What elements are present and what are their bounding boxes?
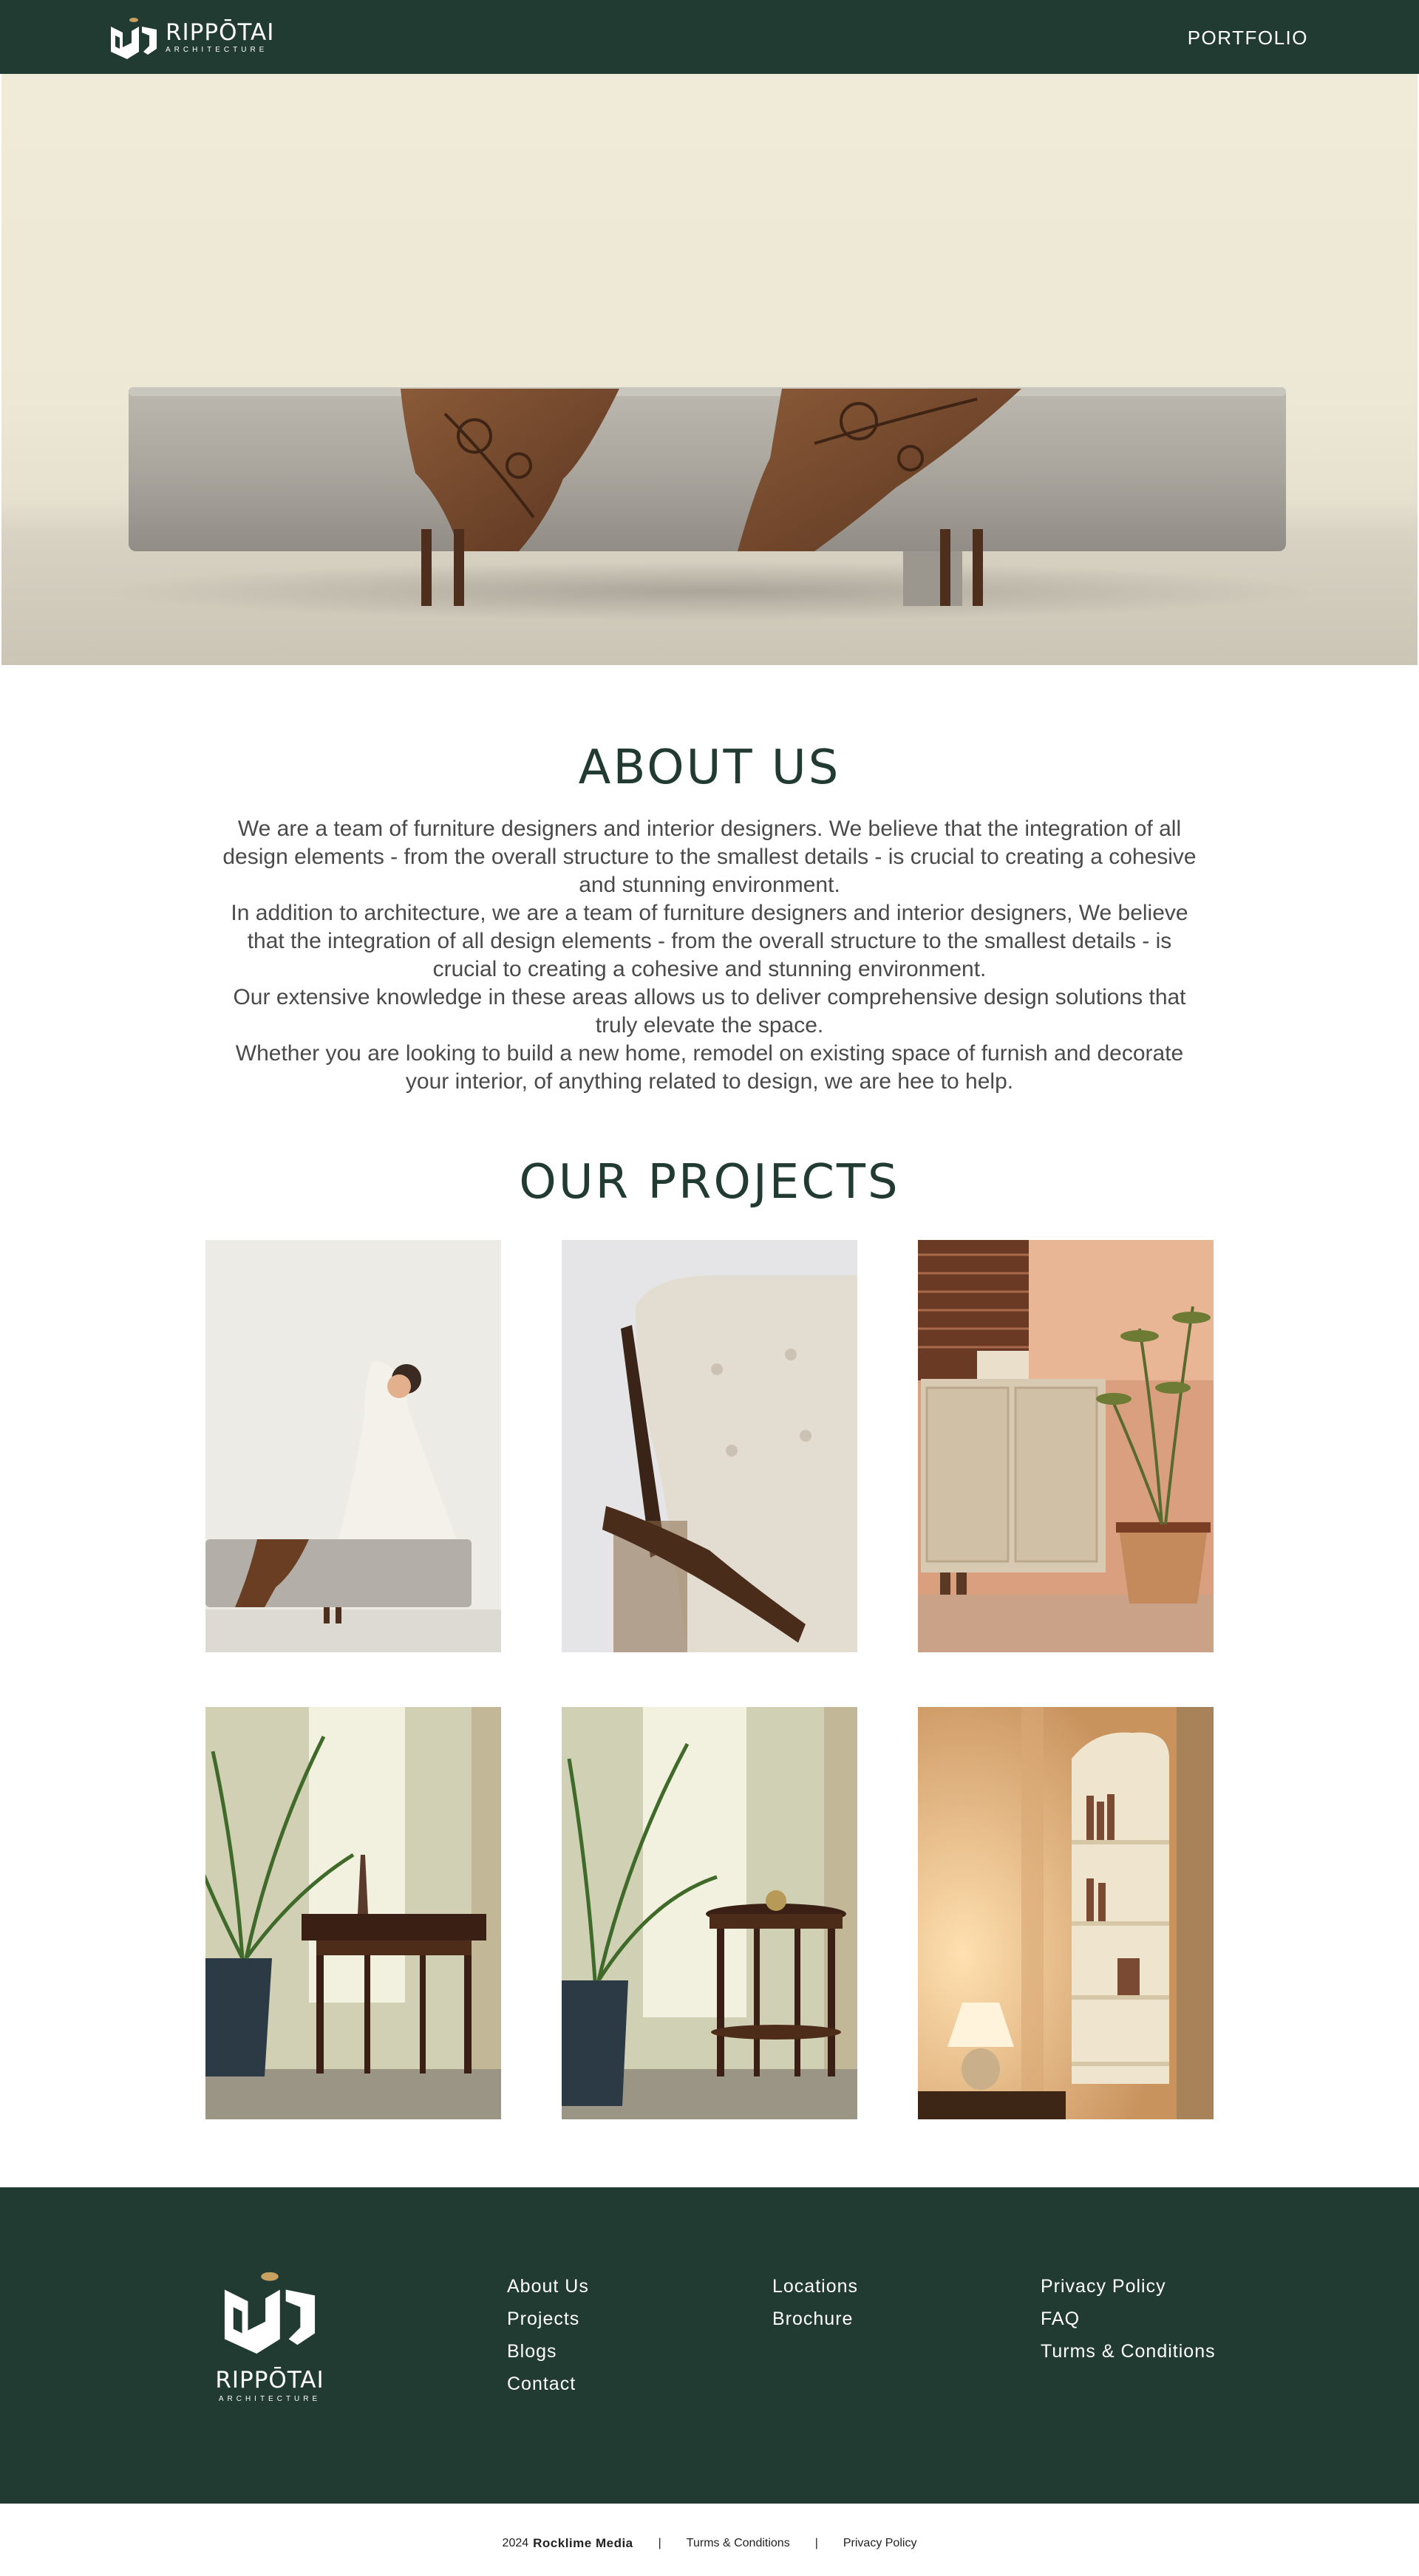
footer-link-brochure[interactable]: Brochure <box>772 2308 858 2329</box>
bottom-bar: 2024 Rocklime Media | Turms & Conditions… <box>0 2504 1419 2576</box>
footer-logo-subtitle: ARCHITECTURE <box>218 2395 321 2403</box>
project-image-cabinet-plant[interactable] <box>918 1240 1214 1652</box>
hero-image-bench <box>1 74 1418 665</box>
project-image-side-table-palm[interactable] <box>562 1707 857 2119</box>
footer-links-col1: About Us Projects Blogs Contact <box>507 2276 589 2394</box>
bottom-terms-link[interactable]: Turms & Conditions <box>687 2537 790 2550</box>
footer-link-faq[interactable]: FAQ <box>1041 2308 1216 2329</box>
about-paragraph: Our extensive knowledge in these areas a… <box>233 985 1186 1037</box>
projects-title: OUR PROJECTS <box>519 1155 900 1210</box>
nav-portfolio-link[interactable]: PORTFOLIO <box>1188 27 1308 50</box>
logo-name: RIPPŌTAI <box>166 19 275 46</box>
credit-brand-link[interactable]: Rocklime Media <box>533 2536 633 2551</box>
footer-logo-name: RIPPŌTAI <box>215 2367 324 2393</box>
logo-subtitle: ARCHITECTURE <box>166 46 268 54</box>
footer-link-blogs[interactable]: Blogs <box>507 2341 589 2362</box>
project-image-shelf-lamp[interactable] <box>918 1707 1214 2119</box>
footer-link-projects[interactable]: Projects <box>507 2308 589 2329</box>
project-image-console-palm[interactable] <box>205 1707 501 2119</box>
site-footer: RIPPŌTAI ARCHITECTURE About Us Projects … <box>0 2187 1419 2504</box>
about-paragraph: We are a team of furniture designers and… <box>222 817 1197 897</box>
footer-link-contact[interactable]: Contact <box>507 2374 589 2394</box>
divider: | <box>814 2537 818 2549</box>
footer-logo[interactable]: RIPPŌTAI ARCHITECTURE <box>214 2266 325 2403</box>
divider: | <box>658 2537 661 2549</box>
about-text: We are a team of furniture designers and… <box>214 815 1205 1096</box>
site-header: RIPPŌTAI ARCHITECTURE PORTFOLIO <box>0 0 1419 74</box>
footer-link-privacy[interactable]: Privacy Policy <box>1041 2276 1216 2297</box>
logo-mark-icon <box>111 18 157 59</box>
about-paragraph: In addition to architecture, we are a te… <box>231 901 1188 981</box>
logo-mark-icon <box>224 2272 316 2354</box>
project-image-bench-woman[interactable] <box>205 1240 501 1652</box>
header-logo[interactable]: RIPPŌTAI ARCHITECTURE <box>109 15 274 61</box>
bottom-privacy-link[interactable]: Privacy Policy <box>843 2537 917 2550</box>
copyright-year: 2024 <box>502 2537 529 2549</box>
footer-link-about[interactable]: About Us <box>507 2276 589 2297</box>
about-paragraph: Whether you are looking to build a new h… <box>235 1041 1184 1094</box>
project-image-armchair[interactable] <box>562 1240 857 1652</box>
footer-links-col3: Privacy Policy FAQ Turms & Conditions <box>1041 2276 1216 2362</box>
footer-link-locations[interactable]: Locations <box>772 2276 858 2297</box>
footer-links-col2: Locations Brochure <box>772 2276 858 2329</box>
about-title: ABOUT US <box>578 740 841 795</box>
footer-link-terms[interactable]: Turms & Conditions <box>1041 2341 1216 2362</box>
